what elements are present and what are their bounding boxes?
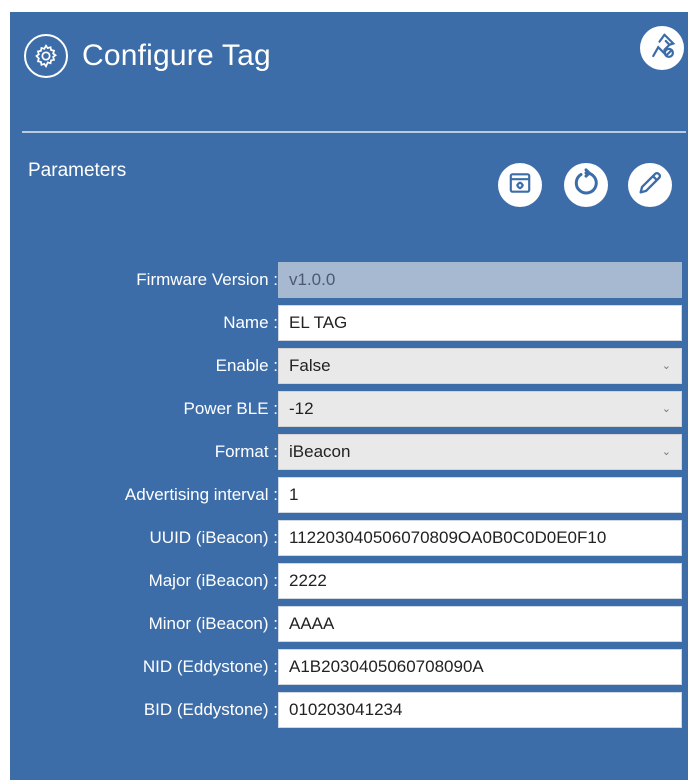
gear-icon: [24, 34, 68, 78]
enable-label: Enable :: [215, 356, 278, 375]
refresh-button[interactable]: [564, 163, 608, 207]
calendar-settings-icon: [507, 170, 533, 201]
header-divider: [22, 131, 686, 133]
enable-select[interactable]: False ⌄: [278, 348, 682, 384]
edit-button[interactable]: [628, 163, 672, 207]
major-input[interactable]: 2222: [278, 563, 682, 599]
nid-input[interactable]: A1B2030405060708090A: [278, 649, 682, 685]
configure-tag-panel: Configure Tag Parameters Firmware Versio…: [10, 12, 688, 780]
advertising-interval-input[interactable]: 1: [278, 477, 682, 513]
minor-label: Minor (iBeacon) :: [148, 614, 278, 633]
format-select[interactable]: iBeacon ⌄: [278, 434, 682, 470]
edit-icon: [636, 169, 664, 202]
page-title: Configure Tag: [82, 39, 271, 72]
name-label: Name :: [223, 313, 278, 332]
enable-row: Enable : False ⌄: [10, 348, 688, 384]
refresh-icon: [571, 167, 601, 203]
chevron-down-icon: ⌄: [661, 360, 671, 372]
power-ble-row: Power BLE : -12 ⌄: [10, 391, 688, 427]
panel-header: Configure Tag: [24, 26, 271, 86]
enable-value: False: [289, 356, 331, 375]
minor-row: Minor (iBeacon) : AAAA: [10, 606, 688, 642]
section-title: Parameters: [28, 160, 127, 181]
name-input[interactable]: EL TAG: [278, 305, 682, 341]
format-label: Format :: [214, 442, 278, 461]
power-ble-label: Power BLE :: [183, 399, 279, 418]
advertising-interval-row: Advertising interval : 1: [10, 477, 688, 513]
major-row: Major (iBeacon) : 2222: [10, 563, 688, 599]
bid-row: BID (Eddystone) : 010203041234: [10, 692, 688, 728]
format-value: iBeacon: [289, 442, 351, 461]
name-row: Name : EL TAG: [10, 305, 688, 341]
firmware-version-row: Firmware Version : v1.0.0: [10, 262, 688, 298]
power-ble-select[interactable]: -12 ⌄: [278, 391, 682, 427]
uuid-input[interactable]: 112203040506070809OA0B0C0D0E0F10: [278, 520, 682, 556]
nid-label: NID (Eddystone) :: [142, 657, 278, 676]
chevron-down-icon: ⌄: [661, 446, 671, 458]
schedule-settings-button[interactable]: [498, 163, 542, 207]
nid-row: NID (Eddystone) : A1B2030405060708090A: [10, 649, 688, 685]
chevron-down-icon: ⌄: [661, 403, 671, 415]
format-row: Format : iBeacon ⌄: [10, 434, 688, 470]
uuid-label: UUID (iBeacon) :: [149, 528, 278, 547]
uuid-row: UUID (iBeacon) : 112203040506070809OA0B0…: [10, 520, 688, 556]
firmware-version-label: Firmware Version :: [136, 270, 278, 289]
bid-input[interactable]: 010203041234: [278, 692, 682, 728]
major-label: Major (iBeacon) :: [148, 571, 278, 590]
power-ble-value: -12: [289, 399, 314, 418]
unpin-icon: [647, 31, 677, 66]
advertising-interval-label: Advertising interval :: [124, 485, 278, 504]
minor-input[interactable]: AAAA: [278, 606, 682, 642]
firmware-version-field: v1.0.0: [278, 262, 682, 298]
bid-label: BID (Eddystone) :: [143, 700, 278, 719]
unpin-button[interactable]: [640, 26, 684, 70]
